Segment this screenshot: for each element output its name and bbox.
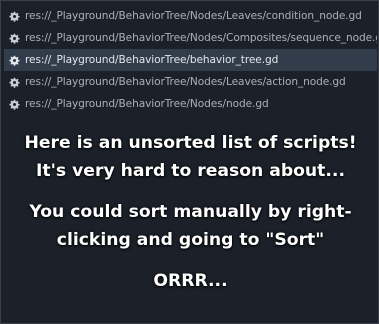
- script-path-label: res://_Playground/BehaviorTree/Nodes/Com…: [25, 32, 377, 44]
- caption-line: clicking and going to "Sort": [56, 230, 325, 250]
- gear-icon: [9, 33, 20, 44]
- script-list-item[interactable]: res://_Playground/BehaviorTree/Nodes/Lea…: [4, 5, 377, 27]
- script-list-item[interactable]: res://_Playground/BehaviorTree/Nodes/Com…: [4, 27, 377, 49]
- caption-line: You could sort manually by right-: [29, 202, 352, 222]
- caption-line: It's very hard to reason about...: [36, 161, 345, 181]
- script-path-label: res://_Playground/BehaviorTree/Nodes/Lea…: [25, 10, 362, 22]
- script-path-label: res://_Playground/BehaviorTree/Nodes/Lea…: [25, 76, 346, 88]
- script-list-panel: res://_Playground/BehaviorTree/Nodes/Lea…: [0, 0, 379, 324]
- script-path-label: res://_Playground/BehaviorTree/Nodes/nod…: [25, 98, 269, 110]
- script-list: res://_Playground/BehaviorTree/Nodes/Lea…: [4, 5, 377, 115]
- caption-line: Here is an unsorted list of scripts!: [24, 133, 357, 153]
- gear-icon: [9, 99, 20, 110]
- script-list-item[interactable]: res://_Playground/BehaviorTree/Nodes/Lea…: [4, 71, 377, 93]
- script-path-label: res://_Playground/BehaviorTree/behavior_…: [25, 54, 279, 66]
- gear-icon: [9, 55, 20, 66]
- gear-icon: [9, 11, 20, 22]
- script-list-item[interactable]: res://_Playground/BehaviorTree/Nodes/nod…: [4, 93, 377, 115]
- script-list-item-selected[interactable]: res://_Playground/BehaviorTree/behavior_…: [4, 49, 377, 71]
- caption-line: ORRR...: [153, 271, 228, 291]
- gear-icon: [9, 77, 20, 88]
